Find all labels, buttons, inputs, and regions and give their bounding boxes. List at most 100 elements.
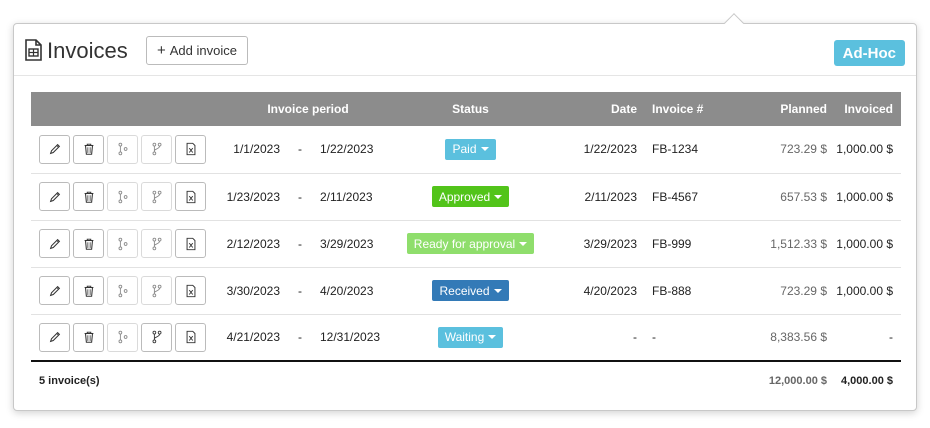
table-row: 4/21/2023-12/31/2023 Waiting - -8,383.56 $ -	[31, 314, 901, 361]
excel-icon	[186, 284, 195, 297]
caret-down-icon	[493, 288, 502, 293]
invoice-number: FB-888	[652, 283, 692, 298]
status-dropdown[interactable]: Received	[432, 280, 509, 301]
trash-icon	[84, 238, 93, 250]
invoice-date: 4/20/2023	[583, 283, 637, 298]
status-cell: Paid	[400, 126, 541, 173]
edit-button[interactable]	[39, 276, 70, 305]
planned-amount: 723.29 $	[780, 283, 827, 298]
branch-icon	[118, 237, 127, 250]
invoices-popover: Invoices + Add invoice Ad-Hoc Invoice pe…	[13, 13, 917, 411]
invoices-table: Invoice period Status Date Invoice # Pla…	[31, 92, 901, 399]
trash-icon	[84, 331, 93, 344]
invoiced-amount: 1,000.00 $	[836, 236, 893, 251]
invoiced-amount: 1,000.00 $	[836, 142, 893, 157]
invoice-period-header: Invoice period	[267, 102, 349, 116]
page-title: Invoices	[47, 38, 128, 63]
invoice-number-header: Invoice #	[652, 102, 704, 116]
pencil-icon	[49, 285, 60, 296]
edit-button[interactable]	[39, 134, 70, 164]
table-header-row: Invoice period Status Date Invoice # Pla…	[31, 92, 901, 126]
delete-button[interactable]	[73, 182, 104, 211]
actions-header	[31, 92, 216, 126]
invoice-date: 3/29/2023	[583, 236, 637, 251]
invoiced-header: Invoiced	[844, 102, 893, 116]
status-label: Received	[439, 283, 490, 298]
status-cell: Ready for approval	[400, 220, 541, 267]
export-excel-button[interactable]	[175, 182, 206, 211]
delete-button[interactable]	[73, 322, 104, 352]
status-dropdown[interactable]: Paid	[445, 138, 496, 160]
period-separator: -	[298, 142, 302, 157]
status-dropdown[interactable]: Ready for approval	[406, 233, 535, 254]
plus-icon: +	[157, 42, 166, 59]
trash-icon	[84, 191, 93, 203]
trash-icon	[84, 285, 93, 297]
merge-icon	[152, 190, 161, 203]
branch-icon	[118, 143, 127, 156]
row-actions	[31, 126, 216, 173]
status-dropdown[interactable]: Waiting	[437, 326, 504, 348]
period-from: 3/30/2023	[226, 283, 280, 298]
invoice-number: FB-1234	[652, 142, 699, 157]
status-label: Approved	[438, 189, 491, 204]
period-separator: -	[298, 189, 302, 204]
split-button	[107, 322, 138, 352]
caret-down-icon	[480, 147, 489, 152]
status-label: Ready for approval	[413, 236, 516, 251]
edit-button[interactable]	[39, 322, 70, 352]
invoice-number: -	[652, 330, 656, 345]
excel-icon	[186, 190, 195, 203]
merge-icon	[152, 284, 161, 297]
export-excel-button[interactable]	[175, 276, 206, 305]
split-button	[107, 134, 138, 164]
invoiced-amount: -	[889, 330, 893, 345]
table-row: 2/12/2023 - 3/29/2023 Ready for approval 3/2…	[31, 220, 901, 267]
merge-button	[141, 229, 172, 258]
date-header: Date	[610, 102, 637, 116]
merge-button	[141, 182, 172, 211]
caret-down-icon	[494, 194, 503, 199]
period-to: 3/29/2023	[320, 236, 374, 251]
invoice-number: FB-999	[652, 236, 692, 251]
branch-icon	[118, 190, 127, 203]
period-from: 2/12/2023	[226, 236, 280, 251]
add-invoice-button[interactable]: + Add invoice	[146, 36, 248, 65]
delete-button[interactable]	[73, 229, 104, 258]
status-header: Status	[452, 102, 489, 116]
split-button	[107, 182, 138, 211]
invoiced-total: 4,000.00 $	[841, 374, 893, 387]
invoiced-amount: 1,000.00 $	[836, 189, 893, 204]
excel-icon	[186, 237, 195, 250]
invoice-date: 2/11/2023	[584, 189, 638, 204]
planned-header: Planned	[780, 102, 827, 116]
edit-button[interactable]	[39, 229, 70, 258]
period-to: 4/20/2023	[320, 283, 374, 298]
ad-hoc-badge: Ad-Hoc	[833, 40, 905, 66]
invoice-number: FB-4567	[652, 189, 699, 204]
period-to: 1/22/2023	[320, 142, 374, 157]
add-invoice-label: Add invoice	[169, 43, 237, 58]
export-excel-button[interactable]	[175, 229, 206, 258]
status-dropdown[interactable]: Approved	[431, 186, 510, 207]
invoice-date: -	[633, 330, 637, 345]
invoice-count: 5 invoice(s)	[39, 374, 100, 387]
planned-amount: 8,383.56 $	[770, 330, 827, 345]
delete-button[interactable]	[73, 134, 104, 164]
edit-button[interactable]	[39, 182, 70, 211]
delete-button[interactable]	[73, 276, 104, 305]
export-excel-button[interactable]	[175, 322, 206, 352]
row-actions	[31, 220, 216, 267]
planned-amount: 723.29 $	[780, 142, 827, 157]
pencil-icon	[49, 332, 60, 343]
document-icon	[25, 39, 42, 61]
export-excel-button[interactable]	[175, 134, 206, 164]
table-row: 3/30/2023 - 4/20/2023 Received 4/20/2023 FB-8…	[31, 267, 901, 314]
pencil-icon	[49, 238, 60, 249]
merge-icon	[152, 237, 161, 250]
period-to: 2/11/2023	[320, 189, 373, 204]
excel-icon	[186, 331, 195, 344]
period-from: 4/21/2023	[226, 330, 280, 345]
pencil-icon	[49, 144, 60, 155]
merge-button[interactable]	[141, 322, 172, 352]
